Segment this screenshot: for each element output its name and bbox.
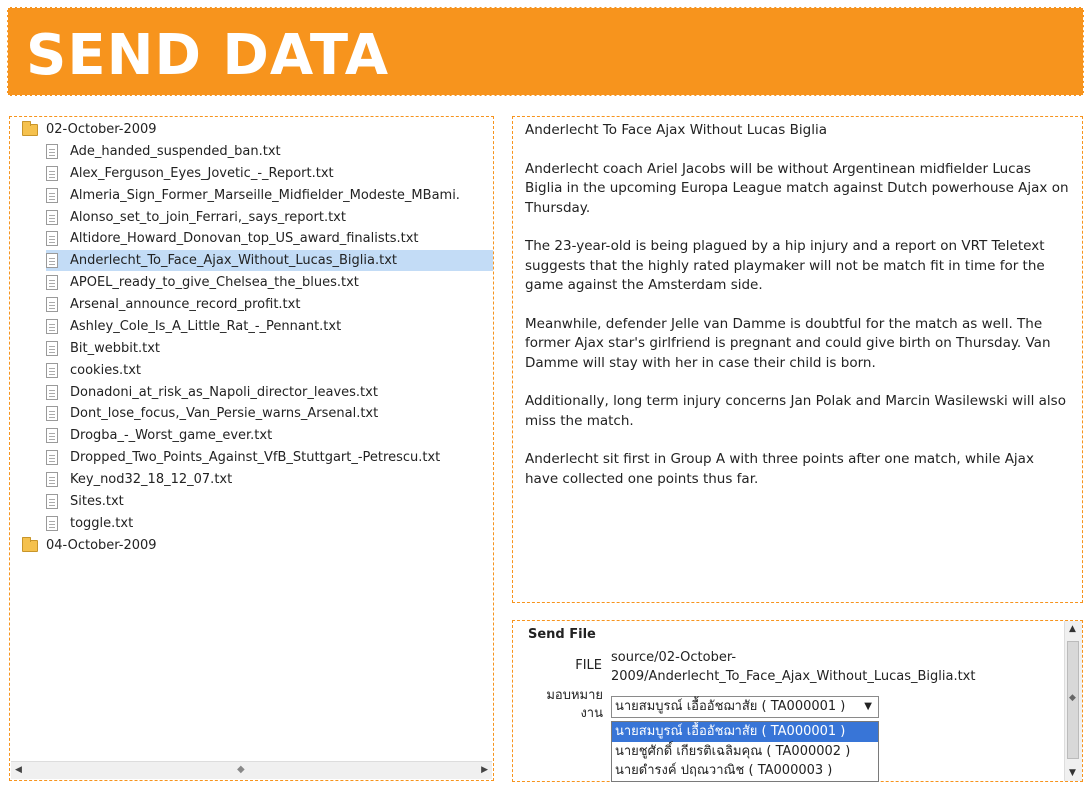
file-icon <box>46 516 58 531</box>
scroll-grip-icon[interactable]: ◆ <box>1069 693 1076 703</box>
folder-label: 02-October-2009 <box>46 122 157 137</box>
tree-folder[interactable]: 04-October-2009 <box>22 535 157 556</box>
folder-label: 04-October-2009 <box>46 538 157 553</box>
file-label: Arsenal_announce_record_profit.txt <box>70 297 301 312</box>
assignee-selected-value: นายสมบูรณ์ เอื้ออัชฌาสัย ( TA000001 ) <box>615 699 846 714</box>
page-header: SEND DATA <box>7 7 1084 96</box>
tree-file[interactable]: Alex_Ferguson_Eyes_Jovetic_-_Report.txt <box>46 163 493 184</box>
scroll-up-icon[interactable]: ▲ <box>1069 624 1076 634</box>
file-label: toggle.txt <box>70 516 134 531</box>
page-title: SEND DATA <box>26 23 390 88</box>
file-icon <box>46 166 58 181</box>
file-icon <box>46 406 58 421</box>
vertical-scrollbar[interactable]: ▲ ◆ ▼ <box>1064 621 1082 781</box>
assignee-option[interactable]: นายสมบูรณ์ เอื้ออัชฌาสัย ( TA000001 ) <box>612 722 878 742</box>
file-tree-panel: 02-October-2009 Ade_handed_suspended_ban… <box>9 116 494 781</box>
article-preview: Anderlecht To Face Ajax Without Lucas Bi… <box>512 116 1083 603</box>
tree-file[interactable]: cookies.txt <box>46 360 493 381</box>
tree-file[interactable]: toggle.txt <box>46 513 493 534</box>
file-label: Ade_handed_suspended_ban.txt <box>70 144 281 159</box>
file-label: Altidore_Howard_Donovan_top_US_award_fin… <box>70 231 419 246</box>
article-paragraph: The 23-year-old is being plagued by a hi… <box>525 238 1045 293</box>
file-label: Ashley_Cole_Is_A_Little_Rat_-_Pennant.tx… <box>70 319 342 334</box>
file-icon <box>46 385 58 400</box>
scroll-down-icon[interactable]: ▼ <box>1069 768 1076 778</box>
article-title: Anderlecht To Face Ajax Without Lucas Bi… <box>525 122 827 138</box>
tree-file[interactable]: Drogba_-_Worst_game_ever.txt <box>46 425 493 446</box>
tree-file[interactable]: Donadoni_at_risk_as_Napoli_director_leav… <box>46 382 493 403</box>
file-icon <box>46 297 58 312</box>
file-icon <box>46 231 58 246</box>
scroll-right-icon[interactable]: ▶ <box>481 765 488 775</box>
folder-open-icon <box>22 120 38 136</box>
article-paragraph: Additionally, long term injury concerns … <box>525 393 1066 429</box>
file-icon <box>46 188 58 203</box>
article-paragraph: Meanwhile, defender Jelle van Damme is d… <box>525 315 1051 371</box>
file-icon <box>46 319 58 334</box>
file-icon <box>46 450 58 465</box>
file-label: Alex_Ferguson_Eyes_Jovetic_-_Report.txt <box>70 166 334 181</box>
file-label: cookies.txt <box>70 363 141 378</box>
article-paragraph: Anderlecht sit first in Group A with thr… <box>525 451 1034 487</box>
assign-label: มอบหมายงาน <box>546 688 603 721</box>
file-label: Drogba_-_Worst_game_ever.txt <box>70 428 273 443</box>
file-icon <box>46 210 58 225</box>
assignee-select[interactable]: นายสมบูรณ์ เอื้ออัชฌาสัย ( TA000001 ) ▼ <box>611 696 879 718</box>
file-label: Dropped_Two_Points_Against_VfB_Stuttgart… <box>70 450 441 465</box>
assignee-dropdown-list: นายสมบูรณ์ เอื้ออัชฌาสัย ( TA000001 ) นา… <box>611 721 879 782</box>
chevron-down-icon[interactable]: ▼ <box>864 697 872 717</box>
tree-file[interactable]: Dropped_Two_Points_Against_VfB_Stuttgart… <box>46 447 493 468</box>
file-label: FILE <box>575 658 602 673</box>
tree-file[interactable]: Alonso_set_to_join_Ferrari,_says_report.… <box>46 207 493 228</box>
assignee-option[interactable]: นายดำรงค์ ปฤณวาณิช ( TA000003 ) <box>612 761 878 781</box>
file-label: Donadoni_at_risk_as_Napoli_director_leav… <box>70 385 378 400</box>
file-icon <box>46 253 58 268</box>
tree-file[interactable]: Key_nod32_18_12_07.txt <box>46 469 493 490</box>
tree-file[interactable]: APOEL_ready_to_give_Chelsea_the_blues.tx… <box>46 272 493 293</box>
file-label: Dont_lose_focus,_Van_Persie_warns_Arsena… <box>70 406 379 421</box>
file-label: Bit_webbit.txt <box>70 341 160 356</box>
tree-file[interactable]: Sites.txt <box>46 491 493 512</box>
file-label: APOEL_ready_to_give_Chelsea_the_blues.tx… <box>70 275 359 290</box>
tree-folder[interactable]: 02-October-2009 <box>22 119 157 140</box>
file-label: Key_nod32_18_12_07.txt <box>70 472 233 487</box>
file-icon <box>46 275 58 290</box>
assignee-option[interactable]: นายชูศักดิ์ เกียรติเฉลิมคุณ ( TA000002 ) <box>612 742 878 762</box>
file-icon <box>46 494 58 509</box>
tree-file[interactable]: Almeria_Sign_Former_Marseille_Midfielder… <box>46 185 493 206</box>
file-label: Anderlecht_To_Face_Ajax_Without_Lucas_Bi… <box>70 253 398 268</box>
file-label: Almeria_Sign_Former_Marseille_Midfielder… <box>70 188 460 203</box>
tree-file[interactable]: Ashley_Cole_Is_A_Little_Rat_-_Pennant.tx… <box>46 316 493 337</box>
scroll-left-icon[interactable]: ◀ <box>15 765 22 775</box>
file-icon <box>46 144 58 159</box>
file-icon <box>46 363 58 378</box>
tree-file[interactable]: Arsenal_announce_record_profit.txt <box>46 294 493 315</box>
folder-closed-icon <box>22 536 38 552</box>
scroll-grip-icon[interactable]: ◆ <box>237 764 245 775</box>
send-file-panel: Send File FILE source/02-October-2009/An… <box>512 620 1083 782</box>
file-label: Sites.txt <box>70 494 124 509</box>
article-paragraph: Anderlecht coach Ariel Jacobs will be wi… <box>525 160 1069 216</box>
file-icon <box>46 472 58 487</box>
file-path: source/02-October-2009/Anderlecht_To_Fac… <box>611 650 976 684</box>
tree-file[interactable]: Ade_handed_suspended_ban.txt <box>46 141 493 162</box>
send-file-title: Send File <box>528 627 596 642</box>
file-icon <box>46 341 58 356</box>
horizontal-scrollbar[interactable]: ◀ ◆ ▶ <box>11 761 492 779</box>
tree-file[interactable]: Altidore_Howard_Donovan_top_US_award_fin… <box>46 228 493 249</box>
tree-file-selected[interactable]: Anderlecht_To_Face_Ajax_Without_Lucas_Bi… <box>46 250 493 271</box>
file-icon <box>46 428 58 443</box>
tree-file[interactable]: Bit_webbit.txt <box>46 338 493 359</box>
tree-file[interactable]: Dont_lose_focus,_Van_Persie_warns_Arsena… <box>46 403 493 424</box>
file-label: Alonso_set_to_join_Ferrari,_says_report.… <box>70 210 346 225</box>
